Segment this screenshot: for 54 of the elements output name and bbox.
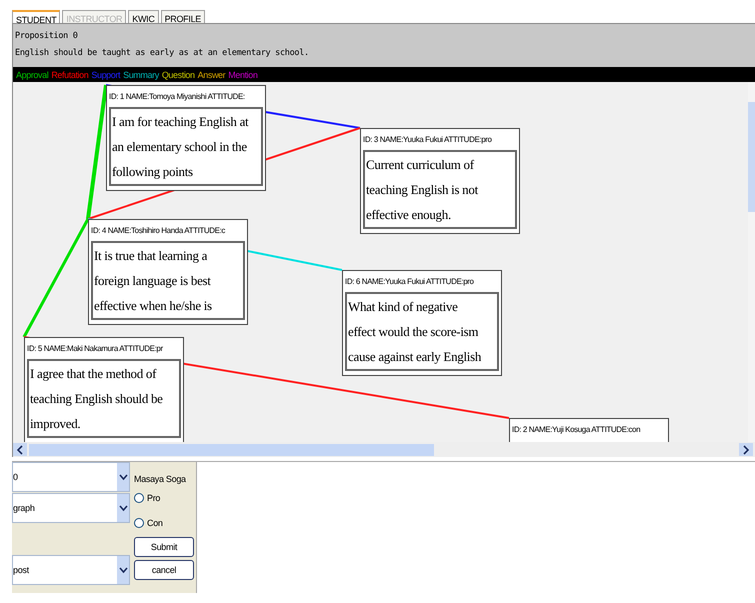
dropdown[interactable]: graph bbox=[12, 493, 130, 523]
tab[interactable]: KWIC bbox=[128, 10, 159, 23]
legend-label: Summary bbox=[123, 70, 159, 80]
caret-icon[interactable] bbox=[118, 504, 128, 512]
legend-label: Support bbox=[91, 70, 120, 80]
vertical-scrollbar[interactable] bbox=[748, 82, 755, 442]
node-header: ID: 5 NAME:Maki Nakamura ATTITUDE:pr bbox=[27, 343, 164, 355]
node-text: cause against early English bbox=[348, 348, 482, 366]
node-header: ID: 6 NAME:Yuuka Fukui ATTITUDE:pro bbox=[345, 276, 475, 288]
caret-icon[interactable] bbox=[118, 474, 128, 480]
node-header: ID: 4 NAME:Toshihiro Handa ATTITUDE:c bbox=[91, 225, 226, 237]
form-button[interactable]: cancel bbox=[134, 560, 194, 580]
node-text: an elementary school in the bbox=[112, 138, 248, 156]
node-text: I agree that the method of bbox=[30, 365, 158, 383]
node-header: ID: 3 NAME:Yuuka Fukui ATTITUDE:pro bbox=[363, 134, 493, 146]
node-text: I am for teaching English at bbox=[112, 113, 250, 131]
proposition-title: Proposition 0 bbox=[15, 30, 79, 43]
legend-label: Refutation bbox=[51, 70, 88, 80]
caret-icon[interactable] bbox=[118, 566, 128, 574]
tab[interactable]: PROFILE bbox=[160, 10, 205, 23]
post-node[interactable]: ID: 6 NAME:Yuuka Fukui ATTITUDE:pro What kind of negative effect would the score-ism cause against early English bbox=[342, 270, 502, 376]
node-text: teaching English is not bbox=[366, 181, 480, 199]
post-node[interactable]: ID: 5 NAME:Maki Nakamura ATTITUDE:pr I agree that the method of teaching English should be improved. bbox=[24, 337, 184, 442]
form-button[interactable]: Submit bbox=[134, 537, 194, 557]
node-text: effective when he/she is bbox=[94, 297, 213, 315]
scroll-left-icon[interactable] bbox=[13, 443, 27, 456]
post-node[interactable]: ID: 4 NAME:Toshihiro Handa ATTITUDE:c It is true that learning a foreign language is best effective when he/she is bbox=[88, 219, 248, 325]
tab[interactable]: STUDENT bbox=[12, 10, 60, 23]
dropdown[interactable]: post bbox=[12, 555, 130, 585]
legend-label: Question bbox=[162, 70, 195, 80]
node-text: Current curriculum of bbox=[366, 156, 476, 174]
post-node[interactable]: ID: 3 NAME:Yuuka Fukui ATTITUDE:pro Current curriculum of teaching English is not effective enough. bbox=[360, 128, 520, 234]
legend-label: Mention bbox=[228, 70, 258, 80]
node-text: effect would the score-ism bbox=[348, 323, 480, 341]
user-name: Masaya Soga bbox=[134, 474, 187, 484]
post-node[interactable]: ID: 2 NAME:Yuji Kosuga ATTITUDE:con bbox=[509, 418, 669, 442]
post-node[interactable]: ID: 1 NAME:Tomoya Miyanishi ATTITUDE: I am for teaching English at an elementary school in the following points bbox=[106, 85, 266, 191]
radio-option[interactable]: Pro bbox=[134, 487, 194, 509]
node-text: What kind of negative bbox=[348, 298, 459, 316]
node-text: effective enough. bbox=[366, 206, 452, 224]
node-text: teaching English should be bbox=[30, 390, 164, 408]
dropdown[interactable]: 0 bbox=[12, 462, 130, 492]
proposition-text: English should be taught as early as at an elementary school. bbox=[15, 47, 310, 60]
node-header: ID: 2 NAME:Yuji Kosuga ATTITUDE:con bbox=[512, 424, 642, 436]
radio-option[interactable]: Con bbox=[134, 512, 194, 534]
scroll-right-icon[interactable] bbox=[739, 443, 753, 456]
node-text: improved. bbox=[30, 415, 82, 433]
node-text: It is true that learning a bbox=[94, 247, 208, 265]
node-header: ID: 1 NAME:Tomoya Miyanishi ATTITUDE: bbox=[109, 91, 246, 103]
node-text: following points bbox=[112, 163, 194, 181]
node-text: foreign language is best bbox=[94, 272, 212, 290]
legend-label: Answer bbox=[198, 70, 226, 80]
horizontal-scrollbar[interactable] bbox=[13, 442, 755, 457]
legend-label: Approval bbox=[16, 70, 48, 80]
